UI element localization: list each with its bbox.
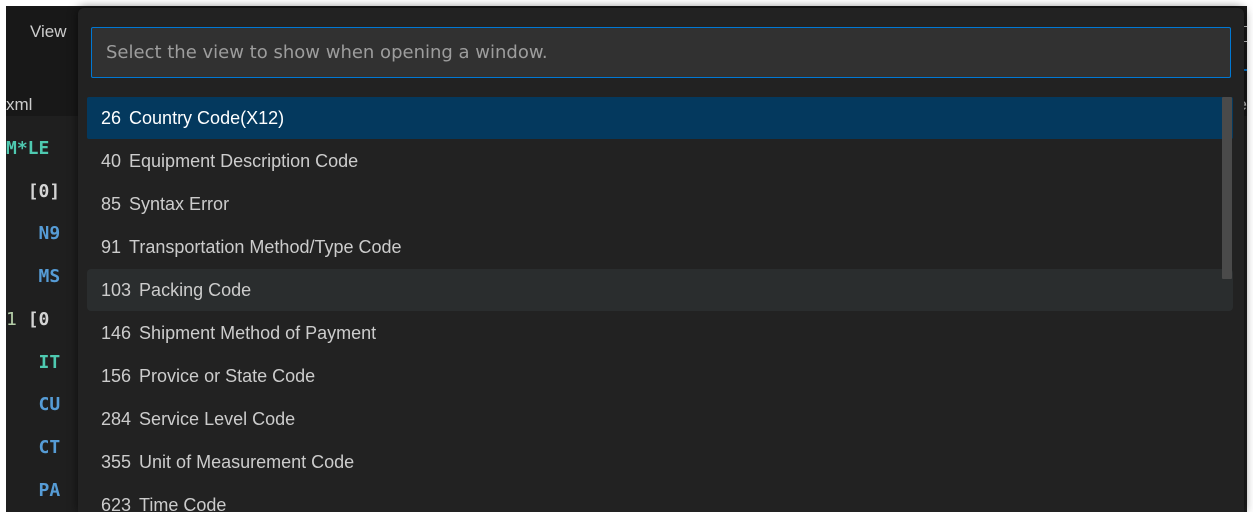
code-line: MS <box>6 256 61 299</box>
item-code: 40 <box>101 150 122 171</box>
item-code: 85 <box>101 193 122 214</box>
quick-pick-item[interactable]: 103 Packing Code <box>87 269 1233 311</box>
quick-pick-item[interactable]: 623 Time Code <box>87 484 1233 512</box>
code-line: IT <box>6 342 61 385</box>
item-label: Transportation Method/Type Code <box>129 236 402 257</box>
quick-pick-item[interactable]: 284 Service Level Code <box>87 398 1233 440</box>
code-text: CT <box>38 436 61 458</box>
item-code: 355 <box>101 451 132 472</box>
code-text: CU <box>38 394 61 416</box>
item-code: 156 <box>101 365 132 386</box>
item-label: Syntax Error <box>129 193 230 214</box>
item-label: Service Level Code <box>139 408 296 429</box>
item-label: Unit of Measurement Code <box>139 451 355 472</box>
quick-pick: 26 Country Code(X12) 40 Equipment Descripti… <box>78 8 1244 512</box>
item-code: 26 <box>101 107 122 128</box>
item-code: 103 <box>101 279 132 300</box>
menu-item-view[interactable]: View <box>30 22 67 42</box>
quick-pick-item[interactable]: 156 Provice or State Code <box>87 355 1233 397</box>
item-label: Packing Code <box>139 279 252 300</box>
item-code: 91 <box>101 236 122 257</box>
menu-item-view-label: View <box>30 22 67 41</box>
code-line: CU <box>6 384 61 427</box>
quick-pick-item[interactable]: 40 Equipment Description Code <box>87 140 1233 182</box>
quick-pick-item[interactable]: 91 Transportation Method/Type Code <box>87 226 1233 268</box>
tab-xml[interactable]: xml <box>6 95 32 115</box>
code-text: [0] <box>27 180 61 202</box>
code-text: IT <box>38 351 61 373</box>
code-text: N9 <box>38 223 61 245</box>
item-label: Provice or State Code <box>139 365 316 386</box>
code-line: M*LE <box>6 128 60 171</box>
code-line: CT <box>6 427 61 470</box>
code-text: M*LE <box>6 138 50 159</box>
code-line: 1 [0 <box>6 299 60 342</box>
code-line: PA <box>6 470 61 512</box>
quick-pick-item[interactable]: 26 Country Code(X12) <box>87 97 1233 139</box>
screen: View xml e M*LE [0] N9 MS1 [0 IT CU CT P… <box>0 0 1253 512</box>
item-label: Time Code <box>139 494 227 512</box>
line-gutter: 1 <box>6 308 17 330</box>
quick-pick-input[interactable] <box>91 27 1231 78</box>
item-label: Country Code(X12) <box>129 107 285 128</box>
quick-pick-scrollbar[interactable] <box>1222 97 1232 279</box>
code-line: N9 <box>6 213 61 256</box>
item-label: Equipment Description Code <box>129 150 359 171</box>
quick-pick-item[interactable]: 146 Shipment Method of Payment <box>87 312 1233 354</box>
code-area[interactable]: M*LE [0] N9 MS 1 [0 IT CU CT PA <box>6 128 60 512</box>
item-code: 146 <box>101 322 132 343</box>
code-line: [0] <box>6 171 61 214</box>
quick-pick-list: 26 Country Code(X12) 40 Equipment Descripti… <box>87 97 1233 512</box>
code-text: PA <box>38 479 61 501</box>
item-label: Shipment Method of Payment <box>139 322 377 343</box>
item-code: 623 <box>101 494 132 512</box>
quick-pick-item[interactable]: 85 Syntax Error <box>87 183 1233 225</box>
item-code: 284 <box>101 408 132 429</box>
quick-pick-item[interactable]: 355 Unit of Measurement Code <box>87 441 1233 483</box>
code-text: MS <box>38 266 61 288</box>
code-text: [0 <box>27 308 50 330</box>
